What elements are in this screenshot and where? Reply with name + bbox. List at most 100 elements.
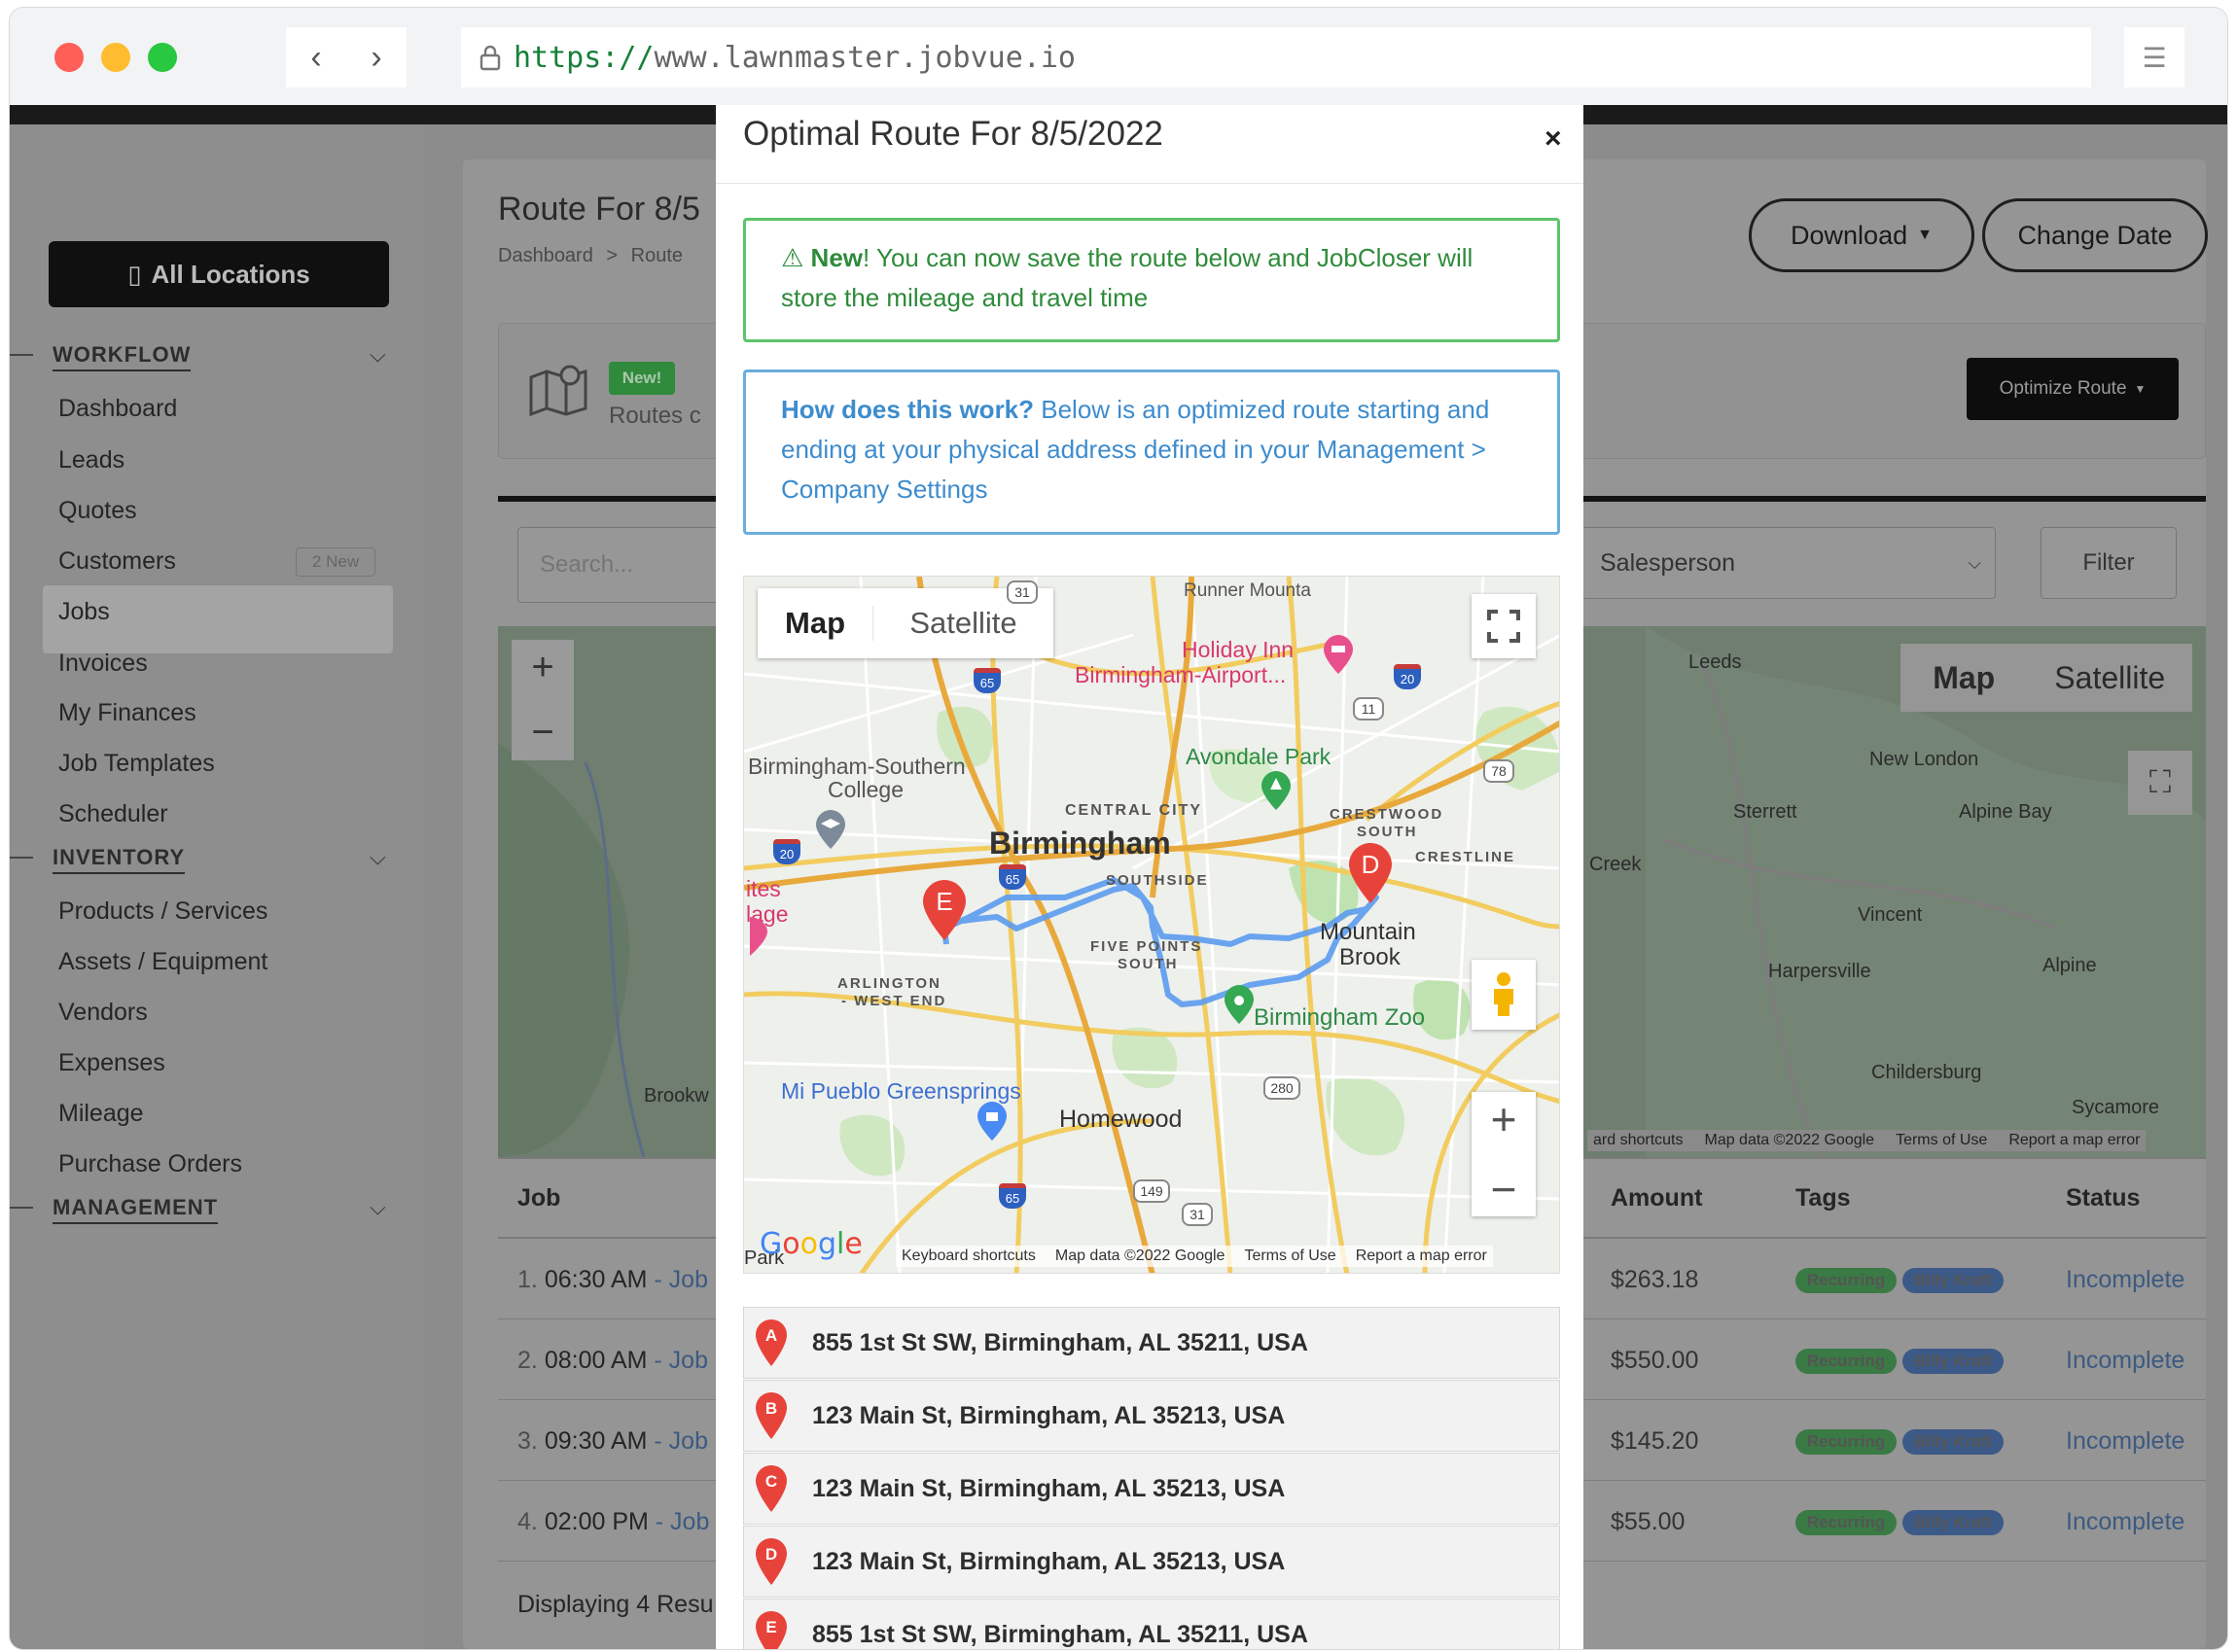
breadcrumb-dashboard[interactable]: Dashboard bbox=[498, 245, 593, 266]
search-input[interactable] bbox=[517, 527, 731, 603]
bg-zoom-controls[interactable]: + − bbox=[512, 640, 574, 760]
row-status[interactable]: Incomplete bbox=[2066, 1508, 2184, 1536]
zoom-in-icon[interactable]: + bbox=[1491, 1093, 1517, 1145]
poi-label[interactable]: College bbox=[828, 777, 904, 803]
map-tab[interactable]: Map bbox=[758, 606, 872, 641]
map-label: New London bbox=[1869, 749, 1979, 770]
sidebar-item-mileage[interactable]: Mileage bbox=[58, 1100, 144, 1128]
bg-satellite-tab[interactable]: Satellite bbox=[2027, 644, 2192, 712]
bg-map-footer: ard shortcuts Map data ©2022 Google Term… bbox=[1587, 1130, 2147, 1151]
address-bar[interactable]: https://www.lawnmaster.jobvue.io bbox=[461, 27, 2091, 88]
optimize-route-button[interactable]: Optimize Route ▼ bbox=[1967, 358, 2179, 420]
list-item[interactable]: B 123 Main St, Birmingham, AL 35213, USA bbox=[743, 1380, 1560, 1452]
terms-link[interactable]: Terms of Use bbox=[1896, 1132, 1987, 1149]
row-number: 2. bbox=[517, 1347, 538, 1374]
change-date-button[interactable]: Change Date bbox=[1982, 198, 2208, 272]
section-workflow[interactable]: WORKFLOW bbox=[53, 342, 192, 371]
sidebar-item-expenses[interactable]: Expenses bbox=[58, 1049, 165, 1077]
fullscreen-button[interactable] bbox=[1472, 594, 1536, 658]
sidebar: ▯ All Locations WORKFLOW ⌵ Dashboard Lea… bbox=[10, 124, 424, 1649]
report-error-link[interactable]: Report a map error bbox=[1356, 1248, 1487, 1265]
poi-pin-icon[interactable] bbox=[744, 917, 767, 956]
stop-letter: D bbox=[765, 1545, 777, 1564]
row-status[interactable]: Incomplete bbox=[2066, 1347, 2184, 1375]
chevron-down-icon[interactable]: ⌵ bbox=[370, 845, 386, 870]
sidebar-item-leads[interactable]: Leads bbox=[58, 446, 124, 475]
poi-label[interactable]: Avondale Park bbox=[1186, 744, 1331, 770]
report-error-link[interactable]: Report a map error bbox=[2008, 1132, 2140, 1149]
poi-label[interactable]: Birmingham Zoo bbox=[1254, 1004, 1425, 1032]
sidebar-item-assets-equipment[interactable]: Assets / Equipment bbox=[58, 948, 267, 976]
minus-icon[interactable]: − bbox=[531, 711, 553, 755]
filter-button[interactable]: Filter bbox=[2041, 527, 2177, 599]
park-pin-icon[interactable] bbox=[1261, 771, 1291, 810]
poi-label[interactable]: Holiday Inn bbox=[1182, 637, 1294, 663]
row-job-link[interactable]: - Job bbox=[654, 1347, 708, 1374]
satellite-tab[interactable]: Satellite bbox=[872, 606, 1053, 641]
col-job[interactable]: Job bbox=[517, 1184, 560, 1213]
sidebar-item-jobs[interactable]: Jobs bbox=[58, 598, 110, 626]
list-item[interactable]: E 855 1st St SW, Birmingham, AL 35211, U… bbox=[743, 1599, 1560, 1649]
keyboard-shortcuts-link[interactable]: ard shortcuts bbox=[1593, 1132, 1683, 1149]
col-tags[interactable]: Tags bbox=[1795, 1184, 1851, 1213]
bg-map-type-control: Map Satellite bbox=[1900, 644, 2192, 712]
tag-recurring: Recurring bbox=[1795, 1268, 1897, 1293]
minimize-window-dot[interactable] bbox=[101, 43, 130, 72]
plus-icon[interactable]: + bbox=[531, 646, 553, 689]
keyboard-shortcuts-link[interactable]: Keyboard shortcuts bbox=[902, 1248, 1036, 1265]
browser-settings-button[interactable]: ☰ bbox=[2124, 27, 2184, 88]
terms-link[interactable]: Terms of Use bbox=[1244, 1248, 1335, 1265]
bg-fullscreen-button[interactable]: ⛶ bbox=[2128, 751, 2192, 815]
chevron-down-icon[interactable]: ⌵ bbox=[370, 342, 386, 368]
hotel-pin-icon[interactable] bbox=[1324, 635, 1353, 674]
list-item[interactable]: D 123 Main St, Birmingham, AL 35213, USA bbox=[743, 1526, 1560, 1598]
sidebar-item-invoices[interactable]: Invoices bbox=[58, 650, 148, 678]
row-job-link[interactable]: - Job bbox=[654, 1266, 708, 1293]
all-locations-button[interactable]: ▯ All Locations bbox=[49, 241, 389, 307]
chevron-down-icon[interactable]: ⌵ bbox=[370, 1195, 386, 1220]
route-shield: 149 bbox=[1133, 1179, 1170, 1203]
download-button[interactable]: Download ▼ bbox=[1749, 198, 1974, 272]
salesperson-select[interactable]: Salesperson ⌵ bbox=[1578, 527, 1996, 599]
maximize-window-dot[interactable] bbox=[148, 43, 177, 72]
poi-label[interactable]: Birmingham-Airport... bbox=[1075, 662, 1286, 688]
list-item[interactable]: A 855 1st St SW, Birmingham, AL 35211, U… bbox=[743, 1307, 1560, 1379]
street-view-pegman[interactable] bbox=[1472, 960, 1536, 1030]
sidebar-item-job-templates[interactable]: Job Templates bbox=[58, 750, 215, 778]
stop-address: 855 1st St SW, Birmingham, AL 35211, USA bbox=[812, 1328, 1308, 1356]
sidebar-item-scheduler[interactable]: Scheduler bbox=[58, 800, 168, 828]
back-button[interactable]: ‹ bbox=[286, 27, 346, 88]
sidebar-item-my-finances[interactable]: My Finances bbox=[58, 699, 196, 727]
sidebar-item-vendors[interactable]: Vendors bbox=[58, 999, 148, 1027]
forward-button[interactable]: › bbox=[346, 27, 407, 88]
zoom-out-icon[interactable]: − bbox=[1491, 1163, 1517, 1215]
stop-letter: C bbox=[765, 1472, 777, 1491]
sidebar-item-quotes[interactable]: Quotes bbox=[58, 497, 137, 525]
zoo-pin-icon[interactable] bbox=[1225, 985, 1254, 1024]
route-marker-d[interactable]: D bbox=[1349, 843, 1392, 903]
sidebar-item-dashboard[interactable]: Dashboard bbox=[58, 395, 177, 423]
sidebar-item-products-services[interactable]: Products / Services bbox=[58, 897, 267, 926]
row-status[interactable]: Incomplete bbox=[2066, 1266, 2184, 1294]
school-pin-icon[interactable] bbox=[816, 810, 845, 849]
row-job-link[interactable]: - Job bbox=[656, 1508, 710, 1535]
poi-label[interactable]: Mi Pueblo Greensprings bbox=[781, 1078, 1021, 1105]
close-window-dot[interactable] bbox=[54, 43, 84, 72]
row-status[interactable]: Incomplete bbox=[2066, 1427, 2184, 1456]
shopping-pin-icon[interactable] bbox=[977, 1102, 1007, 1141]
route-map[interactable]: Map Satellite + − Runner Mounta Holiday … bbox=[743, 576, 1560, 1274]
poi-label[interactable]: Birmingham-Southern bbox=[748, 754, 966, 780]
route-marker-e[interactable]: E bbox=[923, 880, 966, 940]
col-amount[interactable]: Amount bbox=[1611, 1184, 1702, 1213]
bg-map-tab[interactable]: Map bbox=[1900, 644, 2027, 712]
list-item[interactable]: C 123 Main St, Birmingham, AL 35213, USA bbox=[743, 1453, 1560, 1525]
row-job-link[interactable]: - Job bbox=[654, 1427, 708, 1455]
section-inventory[interactable]: INVENTORY bbox=[53, 845, 186, 874]
close-icon[interactable]: × bbox=[1545, 123, 1562, 156]
marker-d-letter: D bbox=[1362, 850, 1380, 879]
col-status[interactable]: Status bbox=[2066, 1184, 2140, 1213]
sidebar-item-purchase-orders[interactable]: Purchase Orders bbox=[58, 1150, 242, 1178]
row-amount: $550.00 bbox=[1611, 1347, 1699, 1374]
sidebar-item-customers[interactable]: Customers bbox=[58, 547, 176, 576]
section-management[interactable]: MANAGEMENT bbox=[53, 1195, 219, 1224]
